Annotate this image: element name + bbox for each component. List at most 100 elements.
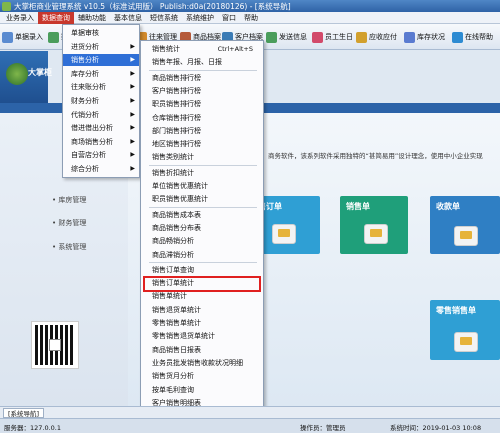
chevron-right-icon: ▶ <box>130 124 135 132</box>
toolbar-button-8[interactable]: 库存状况 <box>404 27 445 47</box>
menu2-item-2[interactable]: 商品销售排行榜 <box>141 72 263 84</box>
nav-item-system[interactable]: • 系统管理 <box>52 242 86 252</box>
menu1-item-8[interactable]: 商场销售分析 ▶ <box>63 136 139 148</box>
menu1-item-4[interactable]: 往来账分析 ▶ <box>63 81 139 93</box>
menu-shortcut: Ctrl+Alt+S <box>217 45 253 53</box>
menu1-item-3[interactable]: 库存分析 ▶ <box>63 68 139 80</box>
menu2-item-21[interactable]: 零售销售退货单统计 <box>141 330 263 342</box>
app-window: 大掌柜商业管理系统 v10.5（标准试用版） Publish:d0a(20180… <box>0 0 500 433</box>
menu-0[interactable]: 业务录入 <box>2 12 38 24</box>
menu1-item-1[interactable]: 进货分析 ▶ <box>63 41 139 53</box>
nav-item-finance[interactable]: • 财务管理 <box>52 218 86 228</box>
highlight-box <box>143 276 261 292</box>
menu-7[interactable]: 帮助 <box>240 12 262 24</box>
menu2-item-16[interactable]: 销售订单查询 <box>141 264 263 276</box>
menu-item-label: 销售年报、月报、日报 <box>152 58 222 67</box>
status-bar: 服务器：127.0.0.1 操作员：管理员 系统时间：2019-01-03 10… <box>0 418 500 433</box>
menu2-item-19[interactable]: 销售退货单统计 <box>141 304 263 316</box>
toolbar-button-5[interactable]: 发送信息 <box>266 27 307 47</box>
menu-item-label: 职员销售优惠统计 <box>152 195 208 204</box>
window-tab-bar: [系统导航] <box>0 406 500 418</box>
menu2-item-18[interactable]: 销售单统计 <box>141 290 263 302</box>
menu2-item-11[interactable]: 职员销售优惠统计 <box>141 193 263 205</box>
tile-retail-sale[interactable]: 零售销售单 <box>430 300 500 360</box>
nav-item-warehouse[interactable]: • 库房管理 <box>52 195 86 205</box>
menu2-item-10[interactable]: 单位销售优惠统计 <box>141 180 263 192</box>
menu2-item-12[interactable]: 商品销售成本表 <box>141 209 263 221</box>
menu-item-label: 代销分析 <box>71 110 99 119</box>
cake-icon <box>312 31 323 43</box>
menu2-item-6[interactable]: 部门销售排行榜 <box>141 125 263 137</box>
data-query-menu: 单据审核 进货分析 ▶ 销售分析 ▶ 库存分析 ▶ 往来账分析 ▶ 财务分析 ▶ 代销分析 ▶ 借进借出分… <box>62 24 140 178</box>
tile-label: 销售单 <box>346 202 370 211</box>
status-server: 服务器：127.0.0.1 <box>4 424 62 432</box>
menu2-item-24[interactable]: 销售货月分析 <box>141 370 263 382</box>
menu-item-label: 销售分析 <box>71 56 99 65</box>
menu1-item-7[interactable]: 借进借出分析 ▶ <box>63 122 139 134</box>
menu2-item-14[interactable]: 商品畅销分析 <box>141 235 263 247</box>
menu-item-label: 商品销售排行榜 <box>152 73 201 82</box>
cash-register-icon <box>454 226 478 246</box>
toolbar-button-7[interactable]: 应收应付 <box>356 27 397 47</box>
toolbar-button-6[interactable]: 员工生日 <box>312 27 353 47</box>
chevron-right-icon: ▶ <box>130 42 135 50</box>
menu2-item-3[interactable]: 客户销售排行榜 <box>141 85 263 97</box>
menu2-item-20[interactable]: 零售销售单统计 <box>141 317 263 329</box>
menu1-item-6[interactable]: 代销分析 ▶ <box>63 109 139 121</box>
menu-item-label: 财务分析 <box>71 97 99 105</box>
menu-5[interactable]: 系统维护 <box>182 12 218 24</box>
brand-banner: 大掌柜 <box>0 51 52 103</box>
menu2-item-13[interactable]: 商品销售分布表 <box>141 222 263 234</box>
chevron-right-icon: ▶ <box>130 83 135 91</box>
menu-item-label: 进货分析 <box>71 42 99 51</box>
menu-item-label: 零售销售单统计 <box>152 319 201 327</box>
intro-text: 商务软件，该系列软件采用独特的“甚简易用”设计理念，使用中小企业实现 <box>268 152 483 160</box>
toolbar-button-0[interactable]: 单据录入 <box>2 27 43 47</box>
menu-1[interactable]: 数据查询 <box>38 11 74 24</box>
menu2-item-23[interactable]: 业务员批发销售收款状况明细 <box>141 357 263 369</box>
menu-item-label: 商品畅销分析 <box>152 237 194 246</box>
menu-item-label: 销售退货单统计 <box>152 305 201 314</box>
tile-label: 零售销售单 <box>436 306 476 315</box>
menu-2[interactable]: 辅助功能 <box>74 12 110 24</box>
menu2-item-15[interactable]: 商品滞销分析 <box>141 249 263 261</box>
menu2-item-8[interactable]: 销售类别统计 <box>141 151 263 163</box>
menu2-item-25[interactable]: 按单毛利查询 <box>141 384 263 396</box>
menu-item-label: 商品销售成本表 <box>152 210 201 219</box>
tab-system-nav[interactable]: [系统导航] <box>3 408 45 418</box>
menu-item-label: 部门销售排行榜 <box>152 126 201 135</box>
menu2-item-9[interactable]: 销售折扣统计 <box>141 167 263 179</box>
menu-item-label: 销售统计 <box>152 45 180 53</box>
chevron-right-icon: ▶ <box>130 69 135 77</box>
menu1-item-2[interactable]: 销售分析 ▶ <box>63 54 139 67</box>
toolbar-label: 库存状况 <box>417 33 445 41</box>
menu-item-label: 仓库销售排行榜 <box>152 113 201 122</box>
menu1-item-10[interactable]: 综合分析 ▶ <box>63 163 139 175</box>
menu2-item-22[interactable]: 商品销售日报表 <box>141 344 263 356</box>
help-icon <box>452 31 463 43</box>
menu2-item-7[interactable]: 地区销售排行榜 <box>141 138 263 150</box>
menu-4[interactable]: 短信系统 <box>146 12 182 24</box>
menu-3[interactable]: 基本信息 <box>110 12 146 24</box>
menu-item-label: 按单毛利查询 <box>152 385 194 394</box>
status-time: 系统时间：2019-01-03 10:08 <box>390 424 482 432</box>
menu-item-label: 地区销售排行榜 <box>152 140 201 149</box>
menu1-item-5[interactable]: 财务分析 ▶ <box>63 95 139 107</box>
menu1-item-9[interactable]: 自营店分析 ▶ <box>63 149 139 161</box>
toolbar-button-9[interactable]: 在线帮助 <box>452 27 493 47</box>
chevron-right-icon: ▶ <box>130 97 135 104</box>
menu-item-label: 商品销售日报表 <box>152 345 201 354</box>
menu-item-label: 借进借出分析 <box>71 124 113 133</box>
menu2-item-5[interactable]: 仓库销售排行榜 <box>141 112 263 124</box>
toolbar-label: 员工生日 <box>325 33 353 41</box>
tile-receipt[interactable]: 收款单 <box>430 196 500 254</box>
chevron-right-icon: ▶ <box>130 151 135 159</box>
menu-6[interactable]: 窗口 <box>218 12 240 24</box>
warehouse-icon <box>404 31 415 43</box>
menu1-item-0[interactable]: 单据审核 <box>63 27 139 39</box>
tile-sales-bill[interactable]: 销售单 <box>340 196 408 254</box>
menu-item-label: 商品销售分布表 <box>152 223 201 232</box>
menu2-item-4[interactable]: 职员销售排行榜 <box>141 98 263 110</box>
menu2-item-0[interactable]: 销售统计 Ctrl+Alt+S <box>141 43 263 55</box>
menu2-item-1[interactable]: 销售年报、月报、日报 <box>141 56 263 68</box>
